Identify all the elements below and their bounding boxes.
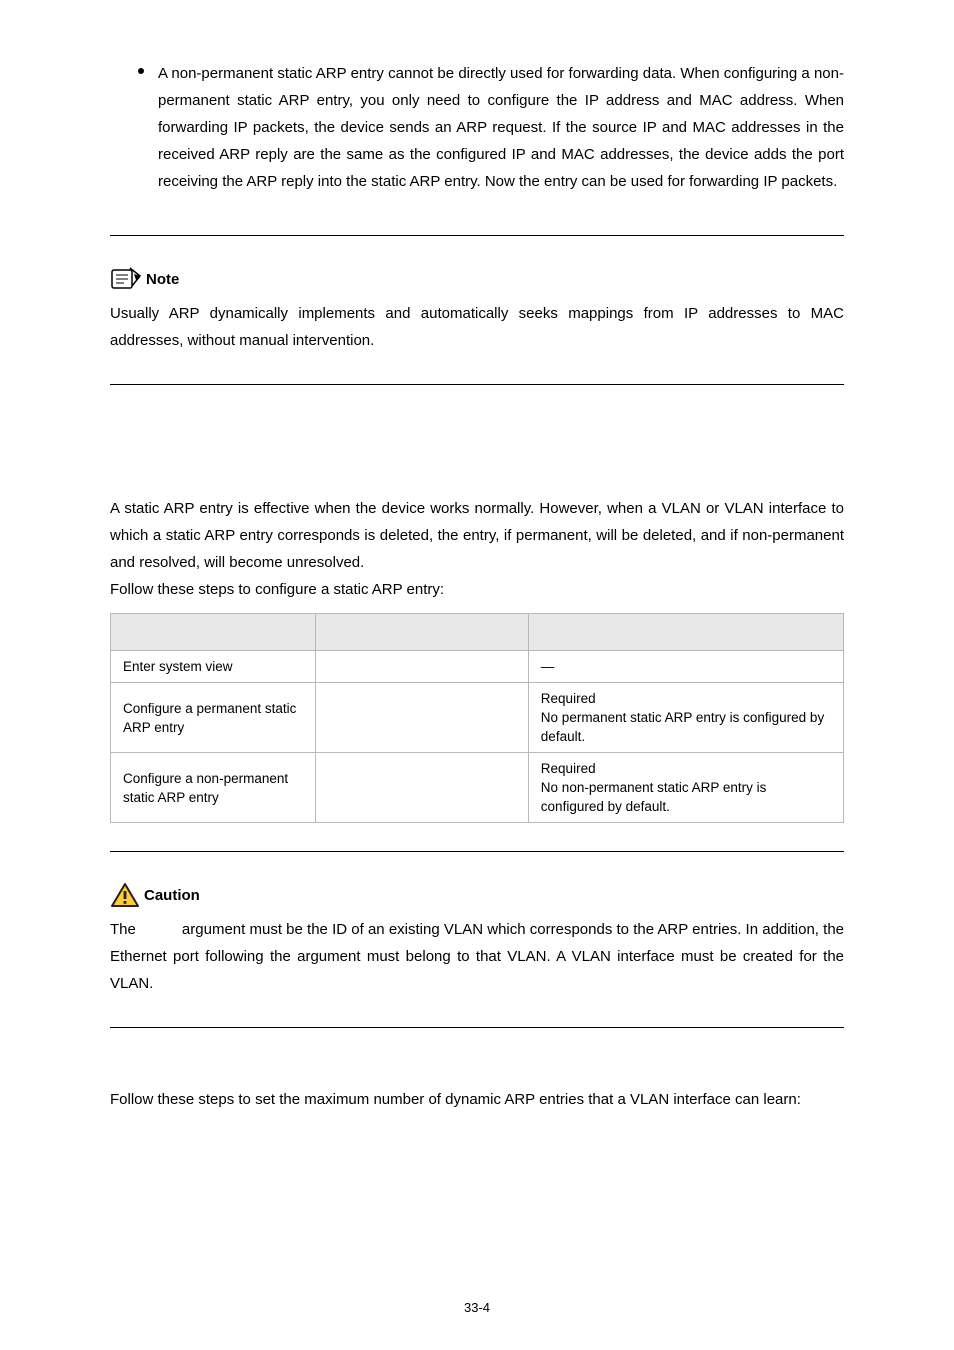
table-cell-line: No permanent static ARP entry is configu… <box>541 708 831 746</box>
static-entry-intro: A static ARP entry is effective when the… <box>110 495 844 576</box>
caution-body: The argument must be the ID of an existi… <box>110 916 844 997</box>
table-cell-line: Required <box>541 759 831 778</box>
table-row: Configure a non-permanent static ARP ent… <box>111 753 844 823</box>
config-table: Enter system view — Configure a permanen… <box>110 613 844 823</box>
table-cell <box>316 753 529 823</box>
caution-block: Caution The argument must be the ID of a… <box>110 882 844 997</box>
note-block: Note Usually ARP dynamically implements … <box>110 266 844 354</box>
note-label: Note <box>146 271 179 288</box>
caution-prefix: The <box>110 921 140 938</box>
table-row: Enter system view — <box>111 651 844 683</box>
table-cell-line: No non-permanent static ARP entry is con… <box>541 778 831 816</box>
bullet-dot-icon <box>138 68 144 74</box>
spacer <box>110 385 844 495</box>
table-cell: Required No permanent static ARP entry i… <box>528 683 843 753</box>
table-cell: Required No non-permanent static ARP ent… <box>528 753 843 823</box>
bullet-text: A non-permanent static ARP entry cannot … <box>158 60 844 195</box>
table-cell: Configure a non-permanent static ARP ent… <box>111 753 316 823</box>
table-header-row <box>111 614 844 651</box>
divider <box>110 235 844 236</box>
page-container: A non-permanent static ARP entry cannot … <box>0 0 954 1350</box>
note-icon <box>110 266 142 292</box>
table-header-cell <box>528 614 843 651</box>
table-cell: — <box>528 651 843 683</box>
table-cell: Configure a permanent static ARP entry <box>111 683 316 753</box>
table-header-cell <box>111 614 316 651</box>
page-number: 33-4 <box>0 1300 954 1315</box>
bullet-block: A non-permanent static ARP entry cannot … <box>110 60 844 195</box>
table-header-cell <box>316 614 529 651</box>
divider <box>110 851 844 852</box>
table-cell: Enter system view <box>111 651 316 683</box>
table-cell <box>316 651 529 683</box>
note-header: Note <box>110 266 844 292</box>
caution-suffix: argument must be the ID of an existing V… <box>110 921 844 992</box>
max-dynamic-intro: Follow these steps to set the maximum nu… <box>110 1086 844 1113</box>
table-row: Configure a permanent static ARP entry R… <box>111 683 844 753</box>
steps-intro: Follow these steps to configure a static… <box>110 576 844 603</box>
note-body: Usually ARP dynamically implements and a… <box>110 300 844 354</box>
caution-icon <box>110 882 140 908</box>
table-cell <box>316 683 529 753</box>
table-cell-line: Required <box>541 689 831 708</box>
caution-header: Caution <box>110 882 844 908</box>
caution-label: Caution <box>144 887 200 904</box>
spacer <box>110 1028 844 1086</box>
